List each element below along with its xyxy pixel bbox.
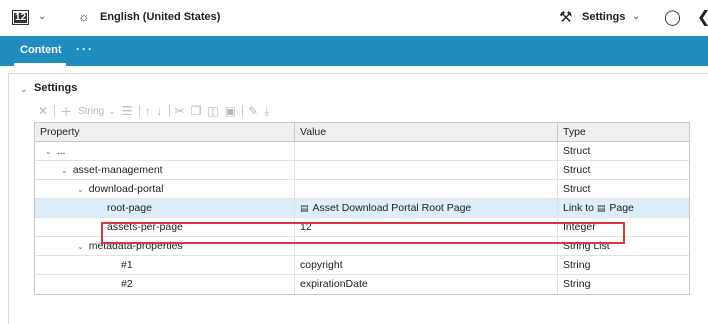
list-icon[interactable]: ☰ [122,104,133,118]
table-row[interactable]: ⌄ asset-management Struct [35,161,689,180]
tools-icon[interactable]: ⚒ [559,8,572,26]
table-header: Property Value Type [35,123,689,142]
site-chevron-down-icon[interactable]: ⌄ [38,11,46,22]
highlight-box [101,222,625,244]
expand-chevron-icon[interactable]: ⌄ [77,185,84,194]
property-cell: #2 [121,278,133,290]
property-cell: ... [56,145,66,157]
settings-table: Property Value Type ⌄... Struct ⌄ asset-m… [34,122,690,295]
tab-bar: Content ··· [0,36,708,66]
language-selector[interactable]: English (United States) [100,11,220,23]
type-cell: String [563,278,591,290]
expand-chevron-icon[interactable]: ⌄ [45,147,52,156]
copy-icon[interactable]: ❐ [191,104,202,118]
site-number: 12 [13,11,28,23]
column-divider[interactable] [294,123,295,141]
site-selector-icon[interactable]: 12 [12,10,29,25]
value-cell[interactable]: copyright [300,259,343,271]
more-tabs-button[interactable]: ··· [76,42,94,56]
paste-icon[interactable]: ◫ [207,104,218,118]
value-cell[interactable]: expirationDate [300,278,368,290]
type-cell: Struct [563,183,591,195]
property-cell: asset-management [72,164,163,176]
tab-content[interactable]: Content [20,44,62,56]
cut-icon[interactable]: ✂ [175,104,185,118]
type-chevron-down-icon[interactable]: ⌄ [108,106,116,117]
lightbulb-icon[interactable]: ◯ [664,8,681,26]
add-icon[interactable]: ＋ [60,103,72,120]
struct-toolbar: ✕ ＋ String ⌄ ☰ ↑ ↓ ✂ ❐ ◫ ▣ ✎ ⤓ [38,103,275,119]
language-icon[interactable]: ☼ [78,9,90,24]
value-cell[interactable]: Asset Download Portal Root Page [313,202,472,214]
table-row[interactable]: #2 expirationDate String [35,275,689,294]
page-icon: ▤ [596,203,606,213]
table-row[interactable]: ⌄... Struct [35,142,689,161]
active-tab-indicator [14,63,66,66]
move-down-icon[interactable]: ↓ [157,104,163,118]
header-type[interactable]: Type [563,126,586,138]
header-value[interactable]: Value [300,126,326,138]
type-cell: String [563,259,591,271]
property-cell: download-portal [88,183,164,195]
table-row-selected[interactable]: root-page ▤ Asset Download Portal Root Pa… [35,199,689,218]
property-cell: root-page [107,202,152,214]
page-icon: ▤ [300,203,309,213]
expand-chevron-icon[interactable]: ⌄ [61,166,68,175]
settings-menu[interactable]: Settings [582,11,625,23]
type-cell: Struct [563,145,591,157]
type-link-target: Page [609,202,634,214]
settings-chevron-down-icon[interactable]: ⌄ [632,11,640,22]
delete-icon[interactable]: ✕ [38,104,48,118]
property-cell: #1 [121,259,133,271]
header-property[interactable]: Property [40,126,80,138]
section-title: Settings [34,82,78,94]
top-bar: 12 ⌄ ☼ English (United States) ⚒ Setting… [0,0,708,36]
toolbar-divider [138,105,140,117]
back-arrow-icon[interactable]: ❮ [697,7,708,27]
type-dropdown[interactable]: String [78,106,104,117]
type-cell: Link to [563,202,594,214]
expand-chevron-icon[interactable]: ⌄ [77,242,84,251]
column-divider[interactable] [557,123,558,141]
collapse-chevron-icon[interactable]: ⌄ [20,84,28,95]
move-up-icon[interactable]: ↑ [145,104,151,118]
toolbar-divider [54,105,56,117]
table-row[interactable]: #1 copyright String [35,256,689,275]
type-cell: Struct [563,164,591,176]
table-row[interactable]: ⌄ download-portal Struct [35,180,689,199]
toolbar-divider [168,105,170,117]
toolbar-divider [242,105,244,117]
download-icon[interactable]: ⤓ [264,104,269,119]
edit-icon[interactable]: ✎ [248,104,258,118]
paste-special-icon[interactable]: ▣ [225,104,236,118]
